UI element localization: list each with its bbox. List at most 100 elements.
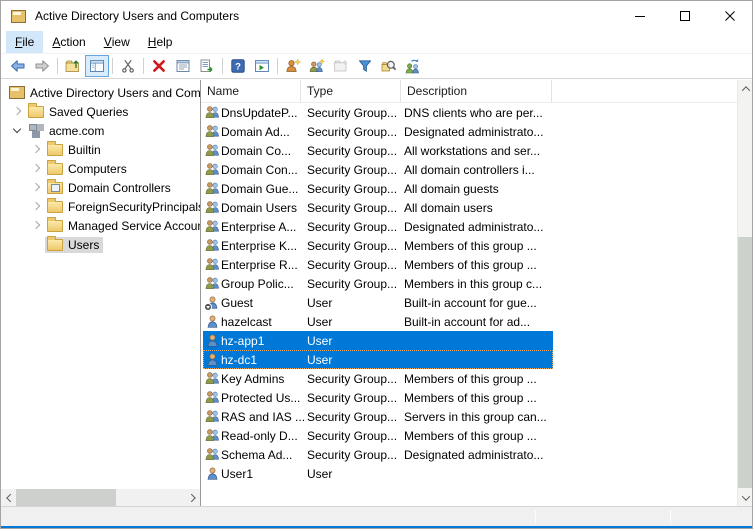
- list-row[interactable]: Key Admins Security Group... Members of …: [203, 369, 553, 388]
- group-arrow-icon: [405, 58, 421, 74]
- tree-item[interactable]: acme.com: [1, 121, 200, 140]
- object-icon: [203, 161, 221, 178]
- minimize-button[interactable]: [617, 1, 662, 31]
- forward-button[interactable]: [30, 55, 54, 77]
- disabled-account-badge-icon: [204, 303, 212, 311]
- list-row[interactable]: Group Polic... Security Group... Members…: [203, 274, 553, 293]
- scroll-right-arrow-icon[interactable]: [185, 489, 200, 506]
- tree-item-label: Builtin: [68, 143, 101, 157]
- tree-item-icon: [47, 201, 63, 213]
- back-button[interactable]: [6, 55, 30, 77]
- scroll-down-arrow-icon[interactable]: [738, 489, 753, 506]
- list-row[interactable]: Domain Con... Security Group... All doma…: [203, 160, 553, 179]
- tree-item[interactable]: Active Directory Users and Com: [1, 83, 200, 102]
- column-header-filler: [552, 80, 737, 102]
- properties-button[interactable]: [171, 55, 195, 77]
- security-group-icon: [205, 276, 220, 291]
- cell-name: hazelcast: [221, 315, 307, 329]
- list-row[interactable]: Protected Us... Security Group... Member…: [203, 388, 553, 407]
- list-row[interactable]: hz-app1 User: [203, 331, 553, 350]
- window-title: Active Directory Users and Computers: [35, 9, 239, 23]
- expander-icon[interactable]: [7, 102, 26, 121]
- show-console-tree-button[interactable]: [85, 55, 109, 77]
- delete-button[interactable]: [147, 55, 171, 77]
- security-group-icon: [205, 447, 220, 462]
- new-ou-button[interactable]: [329, 55, 353, 77]
- list-row[interactable]: Enterprise R... Security Group... Member…: [203, 255, 553, 274]
- tree-item[interactable]: Saved Queries: [1, 102, 200, 121]
- cut-button[interactable]: [116, 55, 140, 77]
- tree-item[interactable]: Builtin: [1, 140, 200, 159]
- new-ou-icon: [333, 58, 349, 74]
- expander-icon[interactable]: [26, 197, 45, 216]
- cell-description: All workstations and ser...: [404, 144, 550, 158]
- user-icon: [205, 466, 220, 481]
- list-row[interactable]: Read-only D... Security Group... Members…: [203, 426, 553, 445]
- menu-item[interactable]: Action: [43, 31, 94, 53]
- list-row[interactable]: DnsUpdateP... Security Group... DNS clie…: [203, 103, 553, 122]
- list-vertical-scrollbar[interactable]: [737, 80, 753, 506]
- set-filter-button[interactable]: [353, 55, 377, 77]
- list-row[interactable]: User1 User: [203, 464, 553, 483]
- list-row[interactable]: Schema Ad... Security Group... Designate…: [203, 445, 553, 464]
- cell-name: Schema Ad...: [221, 448, 307, 462]
- title-bar[interactable]: Active Directory Users and Computers: [1, 1, 752, 31]
- close-button[interactable]: [707, 1, 752, 31]
- expander-icon[interactable]: [26, 235, 45, 254]
- tree-item[interactable]: Computers: [1, 159, 200, 178]
- tree-item[interactable]: Managed Service Accounts: [1, 216, 200, 235]
- add-to-group-button[interactable]: [401, 55, 425, 77]
- tree-item-icon: [47, 220, 63, 232]
- maximize-button[interactable]: [662, 1, 707, 31]
- list-row[interactable]: Domain Gue... Security Group... All doma…: [203, 179, 553, 198]
- tree-item[interactable]: Domain Controllers: [1, 178, 200, 197]
- object-icon: [203, 313, 221, 330]
- list-row[interactable]: hazelcast User Built-in account for ad..…: [203, 312, 553, 331]
- expander-icon[interactable]: [26, 140, 45, 159]
- help-button[interactable]: ?: [226, 55, 250, 77]
- window-play-icon: [254, 58, 270, 74]
- new-group-button[interactable]: [305, 55, 329, 77]
- cell-type: Security Group...: [307, 106, 404, 120]
- vertical-scrollbar-thumb[interactable]: [738, 237, 753, 488]
- list-row[interactable]: Domain Ad... Security Group... Designate…: [203, 122, 553, 141]
- export-list-button[interactable]: [195, 55, 219, 77]
- list-row[interactable]: Domain Co... Security Group... All works…: [203, 141, 553, 160]
- cell-description: Members of this group ...: [404, 239, 550, 253]
- red-x-icon: [151, 58, 167, 74]
- tree-item-label: Active Directory Users and Com: [30, 86, 200, 100]
- column-header-name[interactable]: Name: [201, 80, 301, 102]
- tree-indent: [7, 225, 26, 226]
- list-row[interactable]: hz-dc1 User: [203, 350, 553, 369]
- menu-item[interactable]: View: [95, 31, 139, 53]
- list-row[interactable]: Enterprise A... Security Group... Design…: [203, 217, 553, 236]
- menu-item[interactable]: File: [6, 31, 43, 53]
- menu-item[interactable]: Help: [139, 31, 182, 53]
- expander-icon[interactable]: [26, 178, 45, 197]
- up-one-level-button[interactable]: [61, 55, 85, 77]
- tree-horizontal-scrollbar[interactable]: [1, 489, 200, 506]
- cell-type: Security Group...: [307, 220, 404, 234]
- list-row[interactable]: Guest User Built-in account for gue...: [203, 293, 553, 312]
- column-header-description[interactable]: Description: [401, 80, 552, 102]
- security-group-icon: [205, 428, 220, 443]
- horizontal-scrollbar-thumb[interactable]: [16, 489, 116, 506]
- expander-icon[interactable]: [26, 159, 45, 178]
- scroll-up-arrow-icon[interactable]: [738, 80, 753, 97]
- expander-icon[interactable]: [26, 216, 45, 235]
- list-row[interactable]: RAS and IAS ... Security Group... Server…: [203, 407, 553, 426]
- status-bar-separator: [670, 510, 671, 523]
- security-group-icon: [205, 143, 220, 158]
- menu-bar: File Action View Help: [1, 31, 752, 54]
- column-header-type[interactable]: Type: [301, 80, 401, 102]
- scroll-left-arrow-icon[interactable]: [1, 489, 16, 506]
- new-window-button[interactable]: [250, 55, 274, 77]
- security-group-icon: [205, 238, 220, 253]
- tree-item[interactable]: ForeignSecurityPrincipals: [1, 197, 200, 216]
- tree-item[interactable]: Users: [1, 235, 200, 254]
- expander-icon[interactable]: [7, 121, 26, 140]
- find-button[interactable]: [377, 55, 401, 77]
- list-row[interactable]: Enterprise K... Security Group... Member…: [203, 236, 553, 255]
- list-row[interactable]: Domain Users Security Group... All domai…: [203, 198, 553, 217]
- new-user-button[interactable]: [281, 55, 305, 77]
